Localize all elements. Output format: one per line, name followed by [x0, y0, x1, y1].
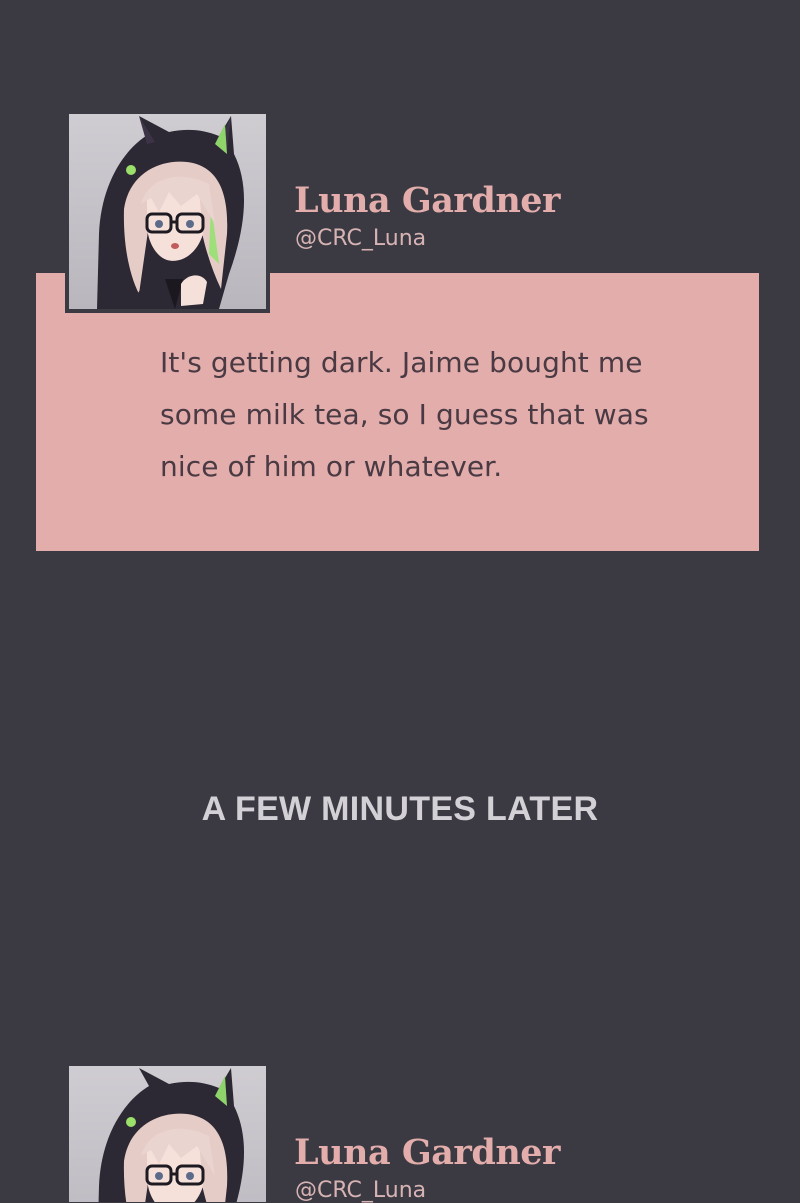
avatar-image-icon: [69, 1066, 266, 1202]
message-text: It's getting dark. Jaime bought me some …: [160, 346, 649, 483]
post-2: Luna Gardner @CRC_Luna: [0, 1062, 800, 1203]
author-name[interactable]: Luna Gardner: [294, 1132, 561, 1173]
avatar[interactable]: [65, 1062, 270, 1202]
message-bubble: It's getting dark. Jaime bought me some …: [36, 273, 759, 551]
author-handle[interactable]: @CRC_Luna: [295, 226, 426, 251]
avatar[interactable]: [65, 110, 270, 313]
time-skip-caption: A FEW MINUTES LATER: [201, 790, 599, 828]
post-1: It's getting dark. Jaime bought me some …: [0, 110, 800, 555]
avatar-image-icon: [69, 114, 266, 309]
author-name[interactable]: Luna Gardner: [294, 180, 561, 221]
author-handle[interactable]: @CRC_Luna: [295, 1178, 426, 1203]
